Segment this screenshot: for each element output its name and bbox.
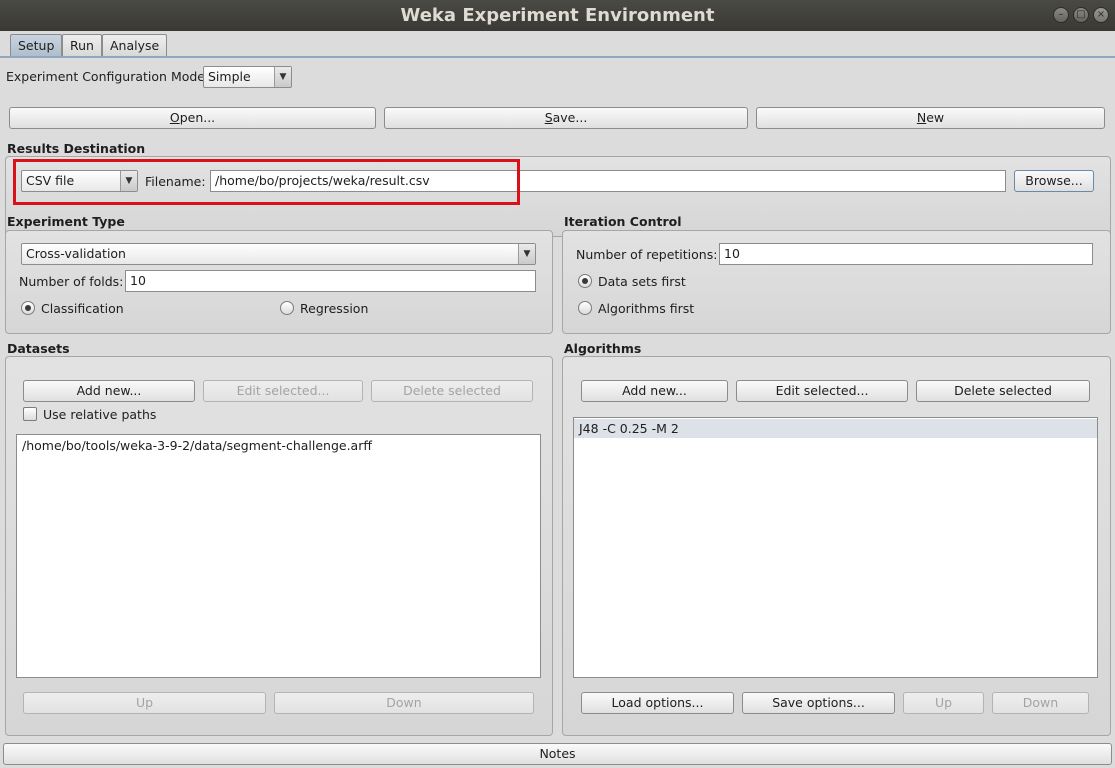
browse-button[interactable]: Browse... (1014, 170, 1094, 192)
load-options-button[interactable]: Load options... (581, 692, 734, 714)
regression-label: Regression (300, 301, 369, 316)
datasets-add-label: Add new... (76, 383, 142, 398)
datasets-up-label: Up (135, 695, 154, 710)
list-item[interactable]: /home/bo/tools/weka-3-9-2/data/segment-c… (17, 436, 540, 455)
algorithms-delete-button[interactable]: Delete selected (916, 380, 1090, 402)
folds-value: 10 (130, 273, 146, 288)
datasets-list[interactable]: /home/bo/tools/weka-3-9-2/data/segment-c… (16, 434, 541, 678)
repetitions-value: 10 (724, 246, 740, 261)
tab-run[interactable]: Run (62, 34, 102, 57)
classification-radio[interactable] (21, 301, 35, 315)
close-icon[interactable]: × (1093, 7, 1109, 23)
algorithms-add-button[interactable]: Add new... (581, 380, 728, 402)
datasets-up-button[interactable]: Up (23, 692, 266, 714)
regression-radio[interactable] (280, 301, 294, 315)
algorithms-edit-label: Edit selected... (775, 383, 869, 398)
datasets-first-radio[interactable] (578, 274, 592, 288)
list-item[interactable]: J48 -C 0.25 -M 2 (574, 419, 1097, 438)
tab-label: Run (70, 38, 94, 53)
save-label-post: ave... (552, 110, 588, 125)
save-options-label: Save options... (772, 695, 865, 710)
datasets-first-label: Data sets first (598, 274, 686, 289)
new-button[interactable]: New (756, 107, 1105, 129)
open-label-post: pen... (179, 110, 216, 125)
experiment-type-value: Cross-validation (26, 246, 126, 261)
save-mnemonic: S (544, 110, 553, 125)
chevron-down-icon: ▼ (274, 67, 291, 87)
datasets-edit-label: Edit selected... (236, 383, 330, 398)
algorithms-down-button[interactable]: Down (992, 692, 1089, 714)
config-mode-select[interactable]: Simple ▼ (203, 66, 292, 88)
save-button[interactable]: Save... (384, 107, 748, 129)
algorithms-down-label: Down (1022, 695, 1059, 710)
window-titlebar: Weka Experiment Environment (0, 0, 1115, 31)
new-mnemonic: N (916, 110, 927, 125)
maximize-icon[interactable]: □ (1073, 7, 1089, 23)
repetitions-field[interactable]: 10 (719, 243, 1093, 265)
algorithms-first-label: Algorithms first (598, 301, 695, 316)
config-mode-label: Experiment Configuration Mode (6, 69, 205, 84)
relative-paths-checkbox[interactable] (23, 407, 37, 421)
algorithms-edit-button[interactable]: Edit selected... (736, 380, 908, 402)
iteration-control-title: Iteration Control (564, 214, 682, 229)
window-title: Weka Experiment Environment (400, 5, 715, 26)
algorithms-up-label: Up (934, 695, 953, 710)
datasets-edit-button[interactable]: Edit selected... (203, 380, 363, 402)
tab-label: Setup (18, 38, 55, 53)
algorithms-list[interactable]: J48 -C 0.25 -M 2 (573, 417, 1098, 678)
tab-divider (0, 56, 1115, 58)
save-options-button[interactable]: Save options... (742, 692, 895, 714)
algorithms-first-radio[interactable] (578, 301, 592, 315)
browse-label: Browse... (1025, 173, 1083, 188)
datasets-add-button[interactable]: Add new... (23, 380, 195, 402)
classification-label: Classification (41, 301, 124, 316)
load-options-label: Load options... (611, 695, 704, 710)
algorithms-delete-label: Delete selected (954, 383, 1052, 398)
experiment-type-select[interactable]: Cross-validation ▼ (21, 243, 536, 265)
new-label-post: ew (926, 110, 945, 125)
datasets-delete-label: Delete selected (403, 383, 501, 398)
tab-analyse[interactable]: Analyse (102, 34, 168, 57)
minimize-icon[interactable]: – (1053, 7, 1069, 23)
open-button[interactable]: Open... (9, 107, 376, 129)
chevron-down-icon: ▼ (518, 244, 535, 264)
datasets-title: Datasets (7, 341, 70, 356)
repetitions-label: Number of repetitions: (576, 247, 718, 262)
results-destination-title: Results Destination (7, 141, 146, 156)
algorithms-up-button[interactable]: Up (903, 692, 984, 714)
relative-paths-label: Use relative paths (43, 407, 157, 422)
experiment-type-title: Experiment Type (7, 214, 125, 229)
algorithms-title: Algorithms (564, 341, 642, 356)
config-mode-value: Simple (208, 69, 251, 84)
datasets-delete-button[interactable]: Delete selected (371, 380, 533, 402)
open-mnemonic: O (169, 110, 180, 125)
folds-field[interactable]: 10 (125, 270, 536, 292)
datasets-down-label: Down (386, 695, 422, 710)
notes-label: Notes (539, 746, 576, 761)
algorithms-add-label: Add new... (622, 383, 687, 398)
datasets-down-button[interactable]: Down (274, 692, 534, 714)
tab-setup[interactable]: Setup (10, 34, 63, 57)
notes-button[interactable]: Notes (3, 743, 1112, 765)
window-content: Setup Run Analyse Experiment Configurati… (0, 31, 1115, 768)
folds-label: Number of folds: (19, 274, 124, 289)
annotation-highlight-box (13, 159, 520, 205)
tab-label: Analyse (110, 38, 160, 53)
